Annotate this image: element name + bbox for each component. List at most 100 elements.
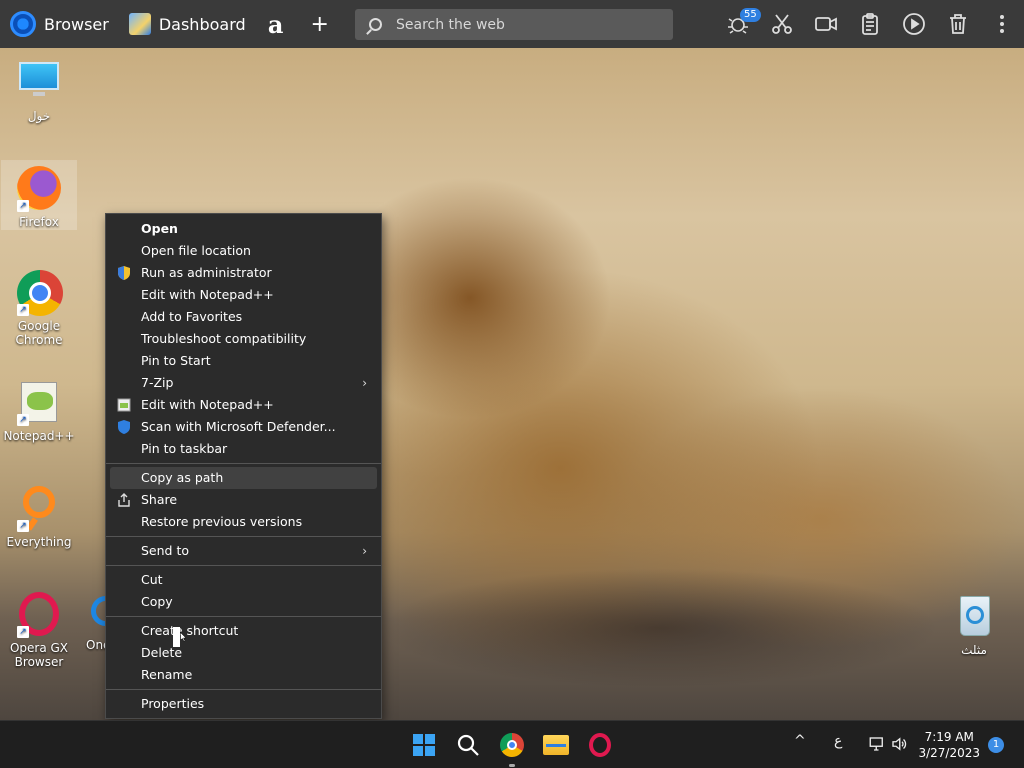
desktop-icon-chrome[interactable]: ↗ Google Chrome (1, 268, 77, 347)
play-button[interactable] (892, 0, 936, 48)
dashboard-label: Dashboard (158, 14, 246, 34)
menu-item-cut[interactable]: Cut (106, 569, 381, 591)
menu-item-label: 7-Zip (141, 375, 174, 390)
desktop-icon-notepadpp[interactable]: ↗ Notepad++ (1, 378, 77, 443)
clock-time: 7:19 AM (924, 730, 974, 744)
search-placeholder: Search the web (396, 16, 505, 33)
browser-topbar: Browser Dashboard a + Search the web 55 (0, 0, 1024, 48)
search-input[interactable]: Search the web (355, 9, 673, 40)
shortcut-arrow-icon: ↗ (17, 520, 29, 532)
browser-label: Browser (44, 14, 109, 34)
mouse-cursor-icon (173, 627, 187, 647)
menu-item-add-to-favorites[interactable]: Add to Favorites (106, 306, 381, 328)
desktop-icon-label: One (86, 638, 105, 652)
shortcut-arrow-icon: ↗ (17, 414, 29, 426)
menu-item-troubleshoot-compatibility[interactable]: Troubleshoot compatibility (106, 328, 381, 350)
video-camera-icon (815, 17, 837, 31)
menu-separator (106, 616, 381, 617)
desktop-icon-label: Everything (6, 535, 72, 549)
start-button[interactable] (408, 729, 440, 761)
browser-tab[interactable]: Browser (0, 0, 117, 48)
menu-item-create-shortcut[interactable]: Create shortcut (106, 620, 381, 642)
chevron-right-icon: › (362, 376, 367, 390)
clipboard-button[interactable] (848, 0, 892, 48)
menu-item-label: Pin to Start (141, 353, 211, 368)
taskbar: ^ ع 7:19 AM 3/27/2023 1 (0, 720, 1024, 768)
folder-icon (543, 735, 569, 755)
opera-gx-icon: ↗ (15, 590, 63, 638)
menu-item-label: Send to (141, 543, 190, 558)
desktop-icon-onedrive[interactable]: One (77, 590, 105, 652)
menu-item-label: Copy as path (141, 470, 224, 485)
menu-item-copy[interactable]: Copy (106, 591, 381, 613)
menu-item-label: Troubleshoot compatibility (141, 331, 307, 346)
extension-badge: 55 (740, 8, 761, 22)
new-tab-button[interactable]: + (298, 0, 342, 48)
taskbar-search-button[interactable] (452, 729, 484, 761)
menu-item-restore-previous-versions[interactable]: Restore previous versions (106, 511, 381, 533)
record-button[interactable] (804, 0, 848, 48)
menu-item-label: Rename (141, 667, 193, 682)
desktop-icon-label: Notepad++ (3, 429, 75, 443)
menu-item-label: Open file location (141, 243, 251, 258)
tray-overflow-button[interactable]: ^ (794, 733, 806, 749)
menu-item-delete[interactable]: Delete (106, 642, 381, 664)
vertical-dots-icon (1000, 15, 1004, 33)
extensions-button[interactable]: 55 (716, 0, 761, 48)
notepadpp-icon: ↗ (15, 378, 63, 426)
share-icon (116, 492, 132, 508)
menu-item-copy-as-path[interactable]: Copy as path (110, 467, 377, 489)
menu-item-open-file-location[interactable]: Open file location (106, 240, 381, 262)
amazon-button[interactable]: a (254, 0, 298, 48)
desktop-icon-firefox[interactable]: ↗ Firefox (1, 160, 77, 230)
menu-item-open[interactable]: Open (106, 218, 381, 240)
menu-item-label: Scan with Microsoft Defender... (141, 419, 336, 434)
menu-item-scan-with-microsoft-defender[interactable]: Scan with Microsoft Defender... (106, 416, 381, 438)
context-menu: Open Open file location Run as administrat… (105, 213, 382, 719)
taskbar-opera[interactable] (584, 729, 616, 761)
search-icon (369, 18, 382, 31)
menu-item-label: Add to Favorites (141, 309, 243, 324)
menu-item-rename[interactable]: Rename (106, 664, 381, 686)
uac-shield-icon (116, 265, 132, 281)
menu-item-label: Share (141, 492, 178, 507)
menu-item-label: Delete (141, 645, 183, 660)
notification-badge[interactable]: 1 (988, 737, 1004, 753)
opera-icon (589, 733, 611, 757)
network-volume-tray[interactable] (868, 735, 908, 757)
chrome-icon: ↗ (15, 268, 63, 316)
desktop-icon-label: مثلث (961, 643, 987, 657)
menu-item-edit-with-notepad[interactable]: Edit with Notepad++ (106, 394, 381, 416)
trash-icon (950, 14, 966, 34)
desktop-icon-this-pc[interactable]: خول (1, 58, 77, 123)
menu-item-share[interactable]: Share (106, 489, 381, 511)
more-menu-button[interactable] (980, 0, 1024, 48)
menu-item-edit-with-notepad[interactable]: Edit with Notepad++ (106, 284, 381, 306)
menu-item-label: Copy (141, 594, 173, 609)
desktop-icon-opera-gx[interactable]: ↗ Opera GX Browser (1, 590, 77, 669)
scissors-icon (772, 14, 792, 34)
trash-button[interactable] (936, 0, 980, 48)
menu-item-run-as-administrator[interactable]: Run as administrator (106, 262, 381, 284)
recycle-bin-icon (950, 592, 998, 640)
clipboard-icon (862, 13, 878, 35)
menu-item-pin-to-start[interactable]: Pin to Start (106, 350, 381, 372)
desktop-icon-recycle-bin[interactable]: مثلث (936, 592, 1012, 657)
menu-item-send-to[interactable]: Send to › (106, 540, 381, 562)
firefox-icon: ↗ (15, 164, 63, 212)
menu-item-properties[interactable]: Properties (106, 693, 381, 715)
taskbar-file-explorer[interactable] (540, 729, 572, 761)
desktop-icon-label: Google Chrome (15, 319, 63, 347)
menu-item-label: Open (141, 221, 178, 236)
input-language-indicator[interactable]: ع (834, 733, 842, 749)
menu-item-pin-to-taskbar[interactable]: Pin to taskbar (106, 438, 381, 460)
taskbar-chrome[interactable] (496, 729, 528, 767)
menu-item-7-zip[interactable]: 7-Zip › (106, 372, 381, 394)
cut-tool-button[interactable] (760, 0, 804, 48)
menu-separator (106, 463, 381, 464)
dashboard-tab[interactable]: Dashboard (117, 0, 254, 48)
toolbar-right: 55 (716, 0, 1024, 48)
desktop-icon-everything[interactable]: ↗ Everything (1, 484, 77, 549)
clock[interactable]: 7:19 AM 3/27/2023 (918, 729, 980, 761)
menu-item-label: Pin to taskbar (141, 441, 228, 456)
